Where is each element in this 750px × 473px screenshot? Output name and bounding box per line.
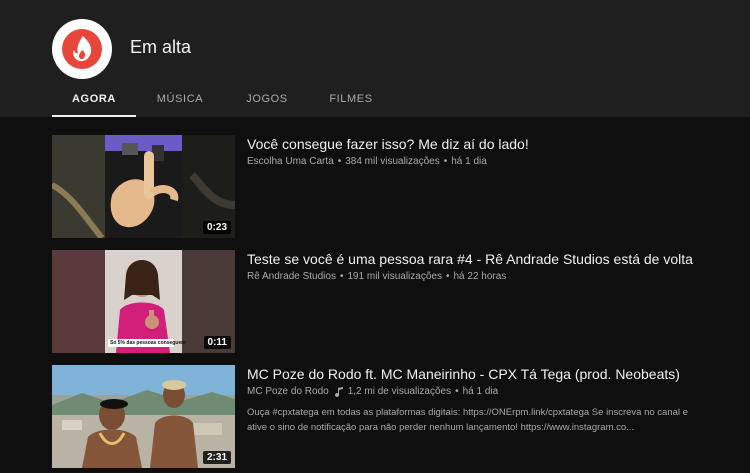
page-header: Em alta AGORA MÚSICA JOGOS FILMES xyxy=(0,0,750,117)
trending-logo xyxy=(52,19,112,79)
upload-age: há 1 dia xyxy=(451,156,487,167)
channel-name[interactable]: Escolha Uma Carta xyxy=(247,156,334,167)
page-title: Em alta xyxy=(130,37,192,57)
video-stats: Escolha Uma Carta • 384 mil visualizaçõe… xyxy=(247,156,717,167)
video-thumbnail[interactable]: Só 5% das pessoas conseguem 0:11 xyxy=(52,250,235,353)
video-row: Só 5% das pessoas conseguem 0:11 Teste s… xyxy=(52,250,732,353)
video-stats: Rê Andrade Studios • 191 mil visualizaçõ… xyxy=(247,271,717,282)
channel-name[interactable]: Rê Andrade Studios xyxy=(247,271,336,282)
video-duration: 2:31 xyxy=(202,451,231,464)
music-note-icon xyxy=(334,386,343,397)
separator-dot: • xyxy=(445,271,450,282)
tab-filmes[interactable]: FILMES xyxy=(322,84,380,117)
separator-dot: • xyxy=(339,271,344,282)
view-count: 384 mil visualizações xyxy=(345,156,440,167)
channel-name[interactable]: MC Poze do Rodo xyxy=(247,386,329,397)
trending-flame-icon xyxy=(62,29,102,69)
video-stats: MC Poze do Rodo 1,2 mi de visualizações … xyxy=(247,386,717,397)
upload-age: há 1 dia xyxy=(462,386,499,397)
video-row: 2:31 MC Poze do Rodo ft. MC Maneirinho -… xyxy=(52,365,732,468)
video-title[interactable]: Você consegue fazer isso? Me diz aí do l… xyxy=(247,135,717,154)
category-tabs: AGORA MÚSICA JOGOS FILMES xyxy=(52,84,692,117)
thumbnail-caption: Só 5% das pessoas conseguem xyxy=(110,340,186,346)
video-title[interactable]: MC Poze do Rodo ft. MC Maneirinho - CPX … xyxy=(247,365,717,384)
active-tab-indicator xyxy=(52,115,136,117)
video-thumbnail[interactable]: 0:23 xyxy=(52,135,235,238)
video-meta: Teste se você é uma pessoa rara #4 - Rê … xyxy=(247,250,717,282)
view-count: 1,2 mi de visualizações xyxy=(347,386,452,397)
tab-agora[interactable]: AGORA xyxy=(52,84,136,117)
video-row: 0:23 Você consegue fazer isso? Me diz aí… xyxy=(52,135,732,238)
video-thumbnail[interactable]: 2:31 xyxy=(52,365,235,468)
separator-dot: • xyxy=(443,156,448,167)
separator-dot: • xyxy=(337,156,342,167)
video-description: Ouça #cpxtatega em todas as plataformas … xyxy=(247,407,688,433)
view-count: 191 mil visualizações xyxy=(347,271,442,282)
tab-jogos[interactable]: JOGOS xyxy=(238,84,296,117)
video-duration: 0:23 xyxy=(202,221,231,234)
upload-age: há 22 horas xyxy=(453,271,507,282)
video-duration: 0:11 xyxy=(203,336,231,349)
separator-dot: • xyxy=(455,386,459,397)
video-title[interactable]: Teste se você é uma pessoa rara #4 - Rê … xyxy=(247,250,717,269)
tab-musica[interactable]: MÚSICA xyxy=(148,84,212,117)
video-meta: Você consegue fazer isso? Me diz aí do l… xyxy=(247,135,717,167)
video-meta: MC Poze do Rodo ft. MC Maneirinho - CPX … xyxy=(247,365,717,435)
